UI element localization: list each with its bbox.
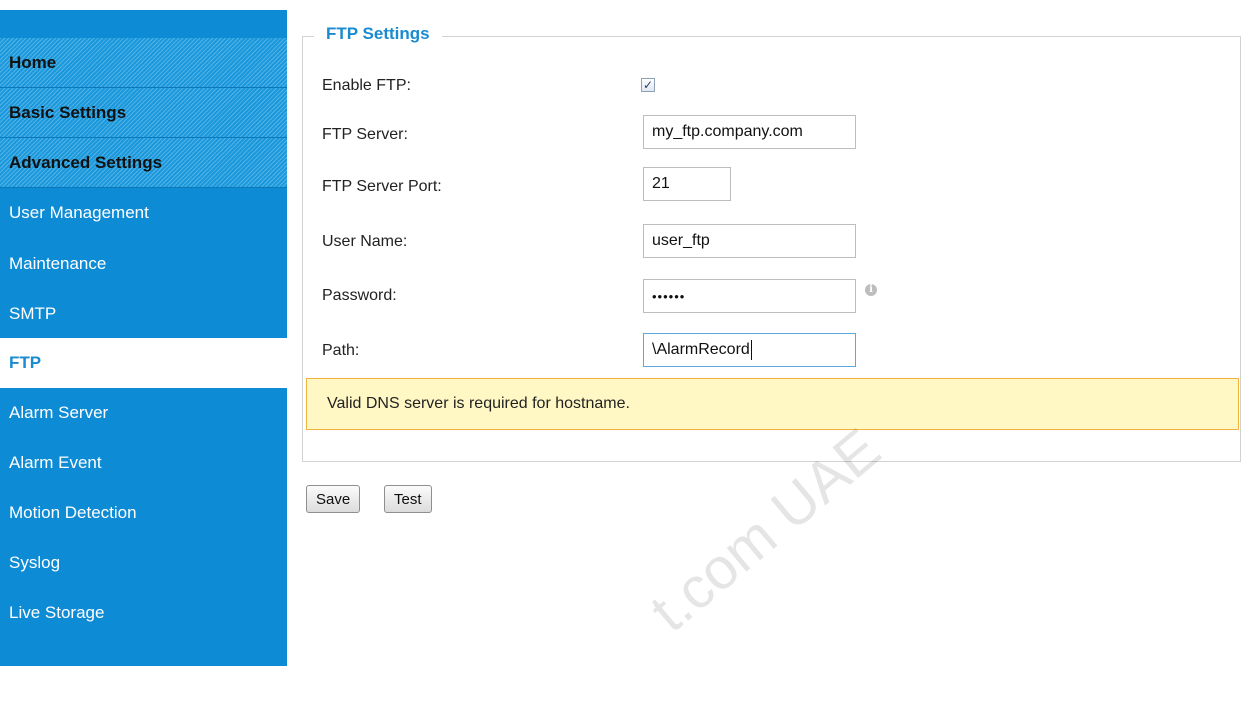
enable-ftp-label: Enable FTP: xyxy=(322,77,411,94)
user-name-input[interactable]: user_ftp xyxy=(643,224,856,258)
test-button[interactable]: Test xyxy=(384,485,432,513)
sidebar-item-user-management[interactable]: User Management xyxy=(0,188,287,238)
sidebar-item-basic-settings[interactable]: Basic Settings xyxy=(0,88,287,138)
ftp-settings-legend: FTP Settings xyxy=(314,24,442,44)
info-icon[interactable]: i xyxy=(865,284,877,296)
text-caret xyxy=(750,340,752,360)
save-button[interactable]: Save xyxy=(306,485,361,513)
ftp-server-label: FTP Server: xyxy=(322,126,408,143)
path-value: \AlarmRecord xyxy=(652,341,750,358)
sidebar-nav: Home Basic Settings Advanced Settings Us… xyxy=(0,10,287,666)
ftp-server-input[interactable]: my_ftp.company.com xyxy=(643,115,856,149)
sidebar-item-alarm-server[interactable]: Alarm Server xyxy=(0,388,287,438)
path-label: Path: xyxy=(322,342,360,359)
sidebar-item-smtp[interactable]: SMTP xyxy=(0,289,287,339)
user-name-label: User Name: xyxy=(322,233,408,250)
sidebar-item-motion-detection[interactable]: Motion Detection xyxy=(0,488,287,538)
sidebar-item-ftp[interactable]: FTP xyxy=(0,338,287,388)
checkmark-icon: ✓ xyxy=(642,78,654,92)
enable-ftp-checkbox[interactable]: ✓ xyxy=(641,78,655,92)
sidebar-item-advanced-settings[interactable]: Advanced Settings xyxy=(0,138,287,188)
password-label: Password: xyxy=(322,287,397,304)
path-input[interactable]: \AlarmRecord xyxy=(643,333,856,367)
password-input[interactable]: •••••• xyxy=(643,279,856,313)
sidebar-item-maintenance[interactable]: Maintenance xyxy=(0,239,287,289)
sidebar-item-alarm-event[interactable]: Alarm Event xyxy=(0,438,287,488)
sidebar-item-home[interactable]: Home xyxy=(0,38,287,88)
sidebar-item-live-storage[interactable]: Live Storage xyxy=(0,588,287,638)
sidebar-item-syslog[interactable]: Syslog xyxy=(0,538,287,588)
dns-warning-message: Valid DNS server is required for hostnam… xyxy=(306,378,1239,430)
ftp-server-port-label: FTP Server Port: xyxy=(322,178,442,195)
ftp-server-port-input[interactable]: 21 xyxy=(643,167,731,201)
